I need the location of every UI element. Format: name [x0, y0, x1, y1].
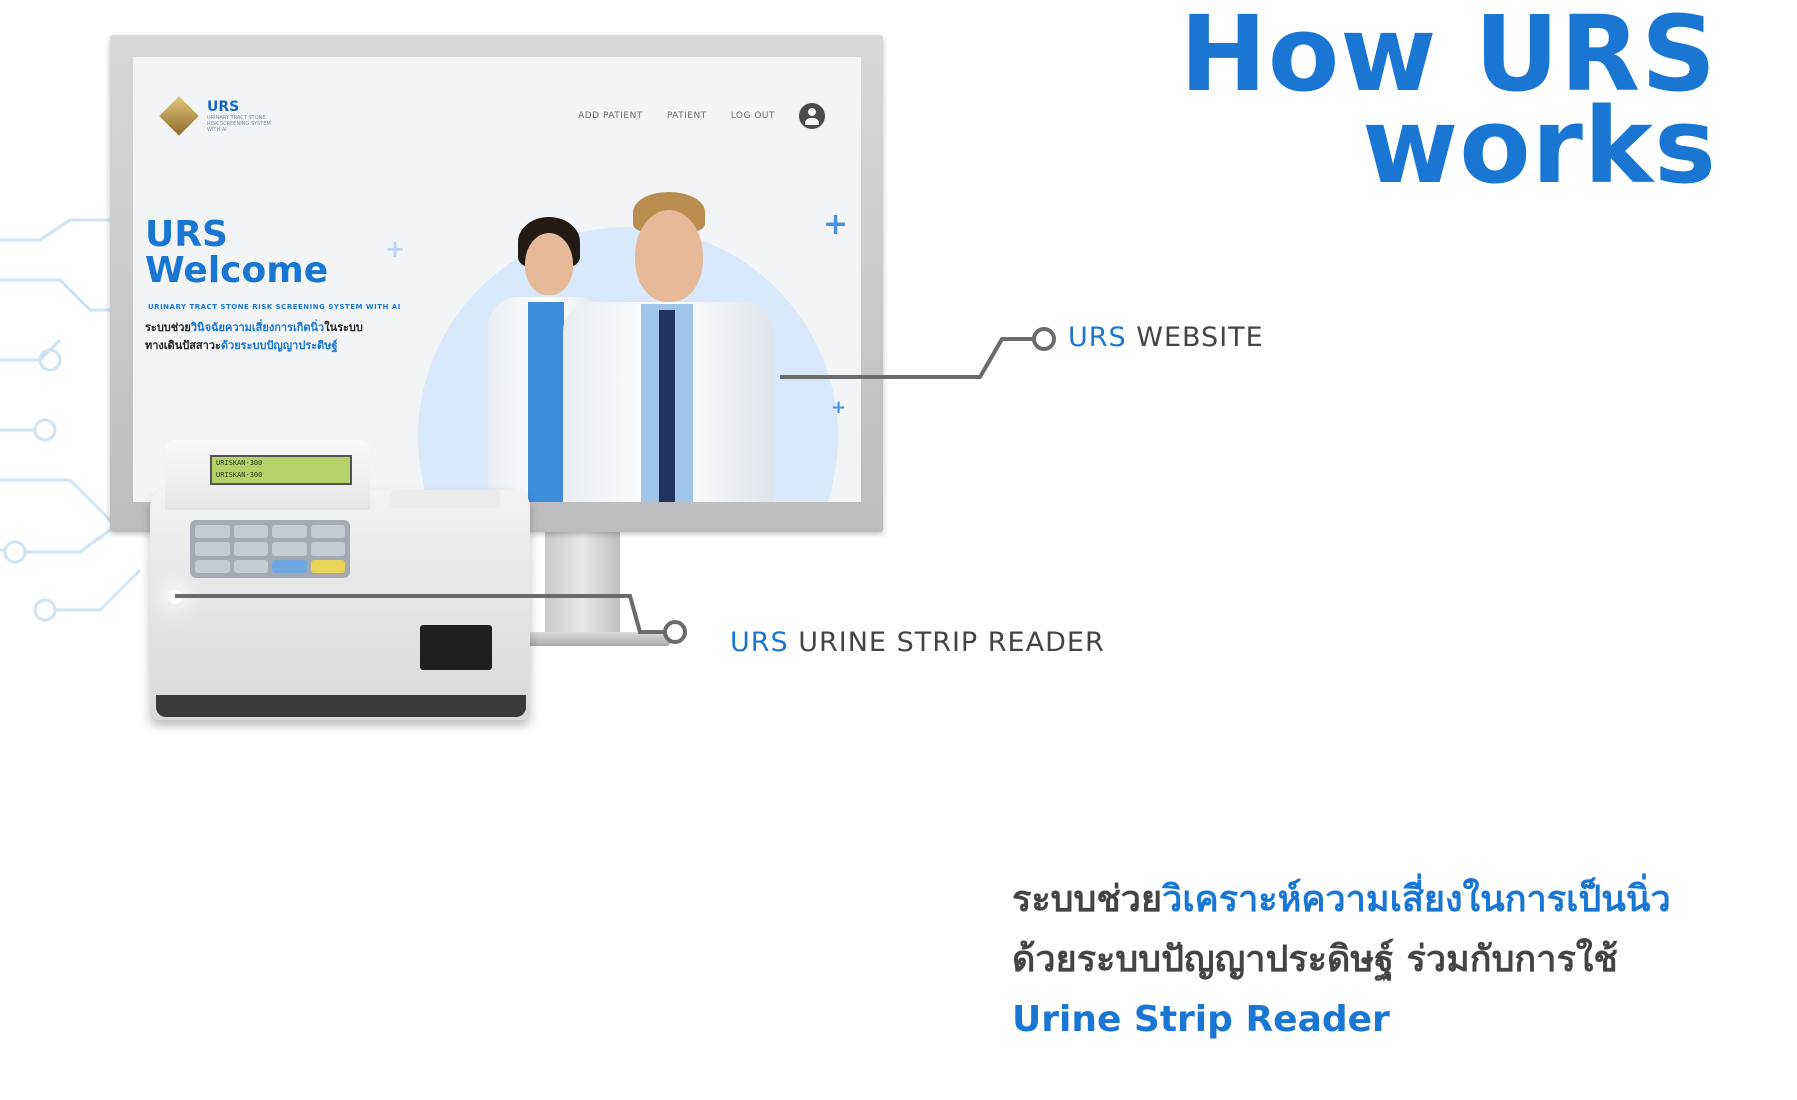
- device-base: [156, 695, 526, 717]
- logo-name: URS: [207, 99, 240, 115]
- website-screen: URS URINARY TRACT STONE RISK SCREENING S…: [133, 57, 861, 502]
- site-welcome-description: ระบบช่วยวินิจฉัยความเสี่ยงการเกิดนิ่วในร…: [145, 321, 363, 352]
- website-callout-label: URS WEBSITE: [1068, 322, 1264, 353]
- keypad-key-blue[interactable]: [272, 559, 307, 573]
- keypad-key-yellow[interactable]: [310, 559, 345, 573]
- plus-icon: +: [823, 207, 849, 242]
- keypad-key[interactable]: [233, 559, 268, 573]
- keypad-key[interactable]: [233, 525, 268, 539]
- tagline: ระบบช่วยวิเคราะห์ความเสี่ยงในการเป็นนิ่ว…: [1012, 870, 1732, 1050]
- keypad-key[interactable]: [310, 525, 345, 539]
- male-doctor-image: [563, 192, 773, 502]
- keypad-key[interactable]: [233, 542, 268, 556]
- plus-icon: +: [831, 397, 847, 418]
- device-keypad: [190, 520, 350, 578]
- device-top: URISKAN-300 URISKAN-300: [165, 440, 370, 510]
- site-logo[interactable]: URS URINARY TRACT STONE RISK SCREENING S…: [159, 96, 277, 136]
- keypad-key[interactable]: [310, 542, 345, 556]
- device-display: URISKAN-300 URISKAN-300: [210, 455, 352, 485]
- nav-add-patient[interactable]: ADD PATIENT: [578, 111, 643, 121]
- tagline-line1: ระบบช่วยวิเคราะห์ความเสี่ยงในการเป็นนิ่ว: [1012, 879, 1671, 920]
- keypad-key[interactable]: [272, 525, 307, 539]
- page-headline: How URS works: [1180, 2, 1717, 198]
- keypad-key[interactable]: [195, 525, 230, 539]
- logo-diamond-icon: [159, 96, 199, 136]
- keypad-key[interactable]: [195, 559, 230, 573]
- site-welcome-title: URS Welcome: [145, 214, 329, 291]
- plus-icon: +: [385, 235, 406, 263]
- nav-log-out[interactable]: LOG OUT: [731, 111, 775, 121]
- site-welcome-subtitle: URINARY TRACT STONE RISK SCREENING SYSTE…: [148, 303, 401, 311]
- tagline-line3: Urine Strip Reader: [1012, 999, 1390, 1040]
- nav-patient[interactable]: PATIENT: [667, 111, 707, 121]
- device-printer-slot: [390, 490, 500, 508]
- urine-strip-reader-device: URISKAN-300 URISKAN-300: [150, 440, 530, 720]
- reader-callout-label: URS URINE STRIP READER: [730, 627, 1105, 658]
- user-avatar-icon[interactable]: [799, 103, 825, 129]
- reader-callout-line: [175, 594, 687, 644]
- website-callout-line: [780, 327, 1056, 379]
- site-nav: ADD PATIENT PATIENT LOG OUT: [578, 103, 825, 129]
- logo-tagline: URINARY TRACT STONE RISK SCREENING SYSTE…: [207, 115, 271, 133]
- keypad-key[interactable]: [272, 542, 307, 556]
- tagline-line2: ด้วยระบบปัญญาประดิษฐ์ ร่วมกับการใช้: [1012, 939, 1618, 980]
- keypad-key[interactable]: [195, 542, 230, 556]
